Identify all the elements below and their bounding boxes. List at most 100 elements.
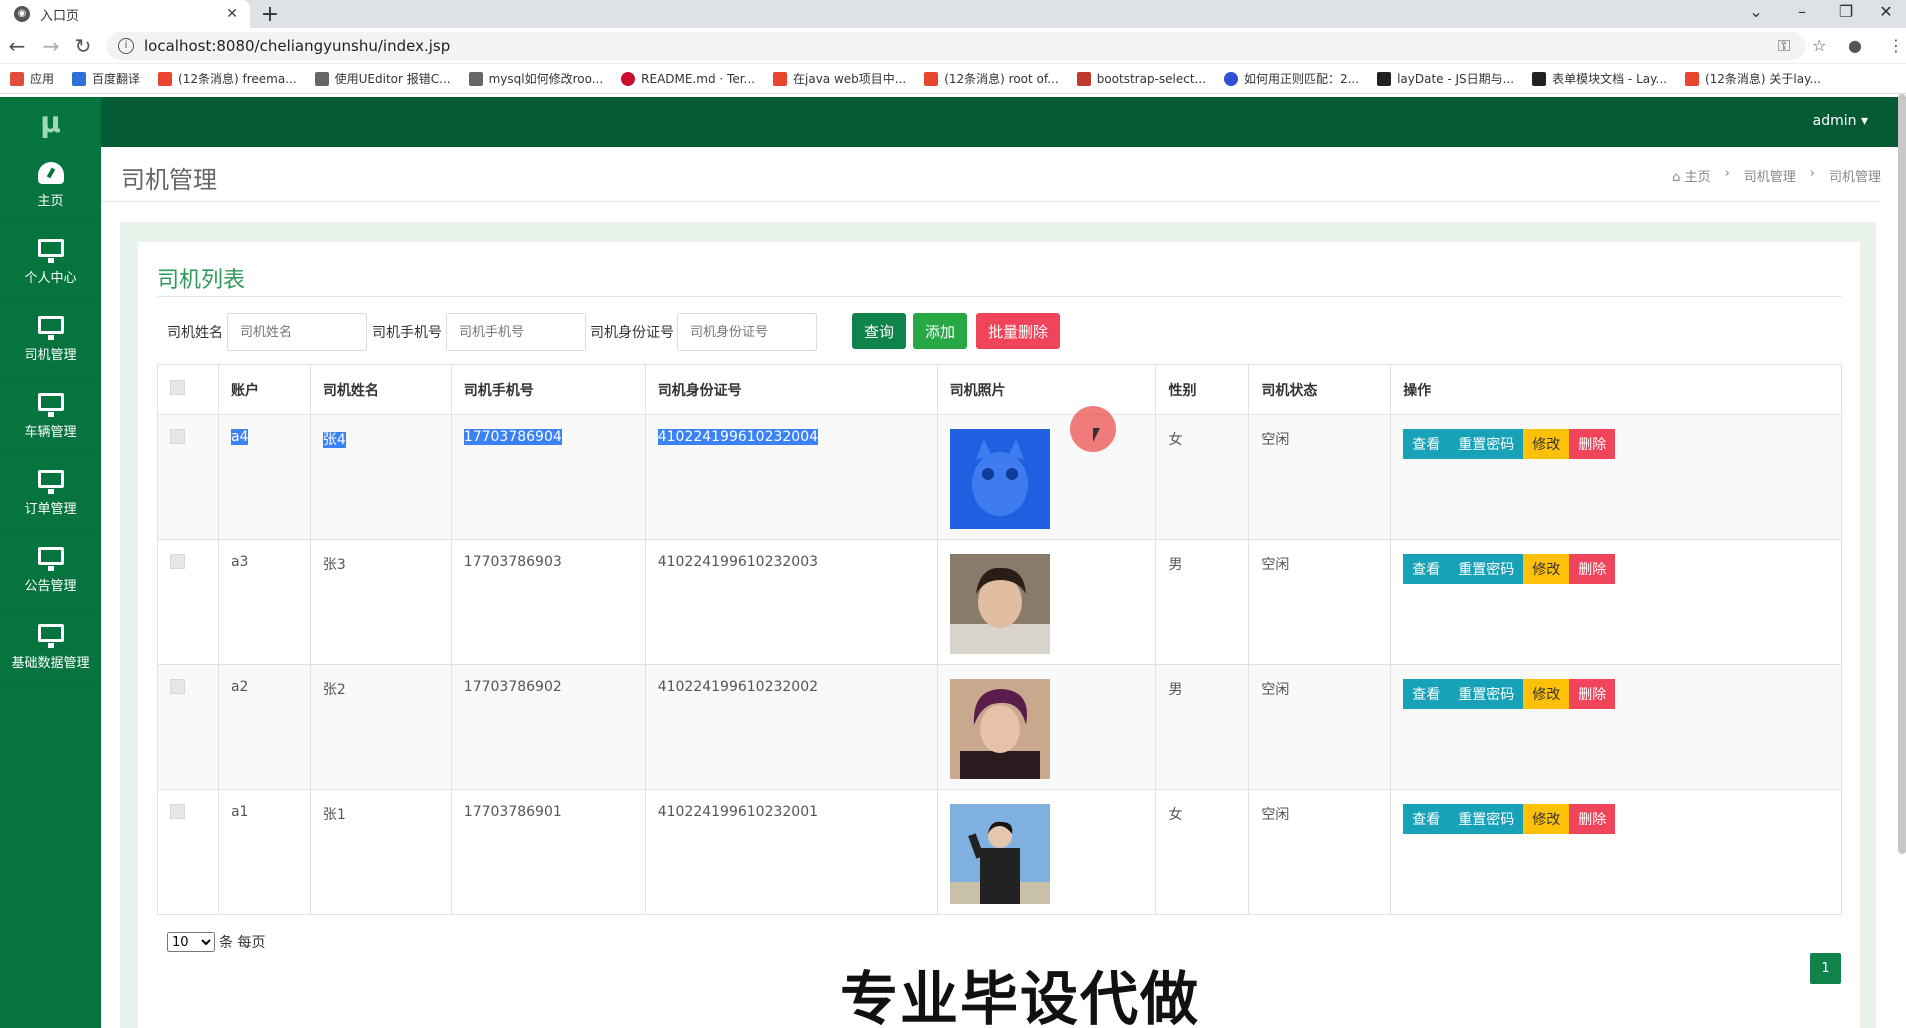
- profile-menu-icon[interactable]: ⌄: [1736, 2, 1776, 21]
- page-size-select[interactable]: 10: [167, 932, 215, 952]
- info-icon[interactable]: i: [118, 38, 134, 54]
- bookmark-item[interactable]: mysql如何修改roo...: [468, 70, 603, 87]
- bookmark-item[interactable]: 在java web项目中...: [773, 70, 906, 87]
- reset-password-button[interactable]: 重置密码: [1449, 804, 1524, 834]
- delete-button[interactable]: 删除: [1569, 429, 1616, 459]
- bookmark-item[interactable]: (12条消息) root of...: [924, 70, 1059, 87]
- sidebar-item-profile[interactable]: 个人中心: [0, 224, 101, 301]
- driver-photo: [949, 679, 1050, 779]
- name-cell: 张4: [322, 432, 346, 448]
- gender-cell: 男: [1155, 664, 1250, 790]
- reset-password-button[interactable]: 重置密码: [1449, 429, 1524, 459]
- gender-cell: 女: [1155, 414, 1250, 540]
- restore-button[interactable]: ❐: [1826, 2, 1866, 21]
- breadcrumb: ⌂ 主页 › 司机管理 › 司机管理: [1672, 166, 1881, 185]
- bookmark-item[interactable]: 如何用正则匹配：2...: [1223, 70, 1359, 87]
- account-icon[interactable]: ●: [1848, 36, 1862, 55]
- browser-menu-icon[interactable]: ⋮: [1888, 36, 1904, 55]
- sidebar: μ 主页 个人中心 司机管理 车辆管理 订单管理 公告管理 基础数据管理: [0, 97, 101, 1028]
- column-header: 司机照片: [936, 364, 1157, 415]
- back-button[interactable]: ←: [4, 34, 30, 58]
- apps-icon: [10, 71, 24, 86]
- monitor-icon: [37, 623, 64, 648]
- edit-button[interactable]: 修改: [1523, 804, 1570, 834]
- edit-button[interactable]: 修改: [1523, 429, 1570, 459]
- bookmark-item[interactable]: 表单模块文档 - Lay...: [1532, 70, 1667, 87]
- minimize-button[interactable]: –: [1782, 2, 1822, 21]
- translate-icon: [72, 71, 87, 86]
- batch-delete-button[interactable]: 批量删除: [976, 313, 1061, 349]
- bookmark-item[interactable]: 使用UEditor 报错C...: [314, 70, 451, 87]
- close-tab-icon[interactable]: ✕: [226, 6, 238, 22]
- row-checkbox[interactable]: [170, 679, 185, 694]
- table-row: a4 张4 17703786904 410224199610232004 女 空…: [157, 414, 1842, 540]
- runoob-icon: [1076, 71, 1091, 86]
- bookmark-item[interactable]: (12条消息) 关于lay...: [1684, 70, 1821, 87]
- new-tab-button[interactable]: +: [256, 2, 284, 27]
- view-button[interactable]: 查看: [1403, 804, 1450, 834]
- edit-button[interactable]: 修改: [1523, 679, 1570, 709]
- status-cell: 空闲: [1248, 664, 1392, 790]
- query-button[interactable]: 查询: [852, 313, 907, 349]
- sidebar-item-drivers[interactable]: 司机管理: [0, 301, 101, 378]
- row-checkbox[interactable]: [170, 429, 185, 444]
- url-field[interactable]: i localhost:8080/cheliangyunshu/index.js…: [106, 32, 1806, 60]
- breadcrumb-home[interactable]: ⌂ 主页: [1672, 166, 1710, 185]
- view-button[interactable]: 查看: [1403, 554, 1450, 584]
- bookmark-item[interactable]: (12条消息) freema...: [158, 70, 297, 87]
- bookmark-item[interactable]: 应用: [10, 70, 54, 87]
- column-header: 操作: [1390, 364, 1842, 415]
- csdn-icon: [158, 71, 173, 86]
- gender-cell: 女: [1155, 789, 1250, 915]
- delete-button[interactable]: 删除: [1569, 679, 1616, 709]
- breadcrumb-separator: ›: [1724, 166, 1730, 181]
- reset-password-button[interactable]: 重置密码: [1449, 679, 1524, 709]
- app-logo[interactable]: μ: [0, 97, 101, 147]
- monitor-icon: [37, 238, 64, 263]
- sidebar-item-vehicles[interactable]: 车辆管理: [0, 378, 101, 455]
- column-header: 司机身份证号: [644, 364, 938, 415]
- reset-password-button[interactable]: 重置密码: [1449, 554, 1524, 584]
- add-button[interactable]: 添加: [913, 313, 968, 349]
- driver-phone-input[interactable]: [446, 313, 586, 351]
- close-window-button[interactable]: ✕: [1866, 2, 1906, 21]
- forward-button[interactable]: →: [38, 34, 64, 58]
- bookmark-item[interactable]: 百度翻译: [72, 70, 140, 87]
- bookmark-item[interactable]: README.md · Ter...: [621, 71, 755, 86]
- bookmark-star-icon[interactable]: ☆: [1812, 36, 1826, 55]
- page-scrollbar[interactable]: [1898, 94, 1906, 854]
- account-cell: a3: [217, 539, 311, 665]
- edit-button[interactable]: 修改: [1523, 554, 1570, 584]
- sidebar-item-home[interactable]: 主页: [0, 147, 101, 224]
- column-header: 司机手机号: [450, 364, 646, 415]
- delete-button[interactable]: 删除: [1569, 804, 1616, 834]
- sidebar-item-orders[interactable]: 订单管理: [0, 455, 101, 532]
- user-menu[interactable]: admin ▾: [1813, 113, 1868, 129]
- sidebar-item-notices[interactable]: 公告管理: [0, 532, 101, 609]
- driver-name-input[interactable]: [227, 313, 367, 351]
- phone-cell: 17703786902: [450, 664, 646, 790]
- browser-tab[interactable]: ◉ 入口页 ✕: [0, 0, 250, 28]
- row-checkbox[interactable]: [170, 554, 185, 569]
- reload-button[interactable]: ↻: [70, 34, 96, 58]
- account-cell: a2: [217, 664, 311, 790]
- breadcrumb-current: 司机管理: [1828, 170, 1881, 185]
- sidebar-item-basic-data[interactable]: 基础数据管理: [0, 609, 101, 686]
- driver-idcard-input[interactable]: [677, 313, 817, 351]
- filter-label-name: 司机姓名: [167, 325, 223, 341]
- bookmark-item[interactable]: bootstrap-select...: [1076, 71, 1206, 86]
- bookmark-item[interactable]: layDate - JS日期与...: [1377, 70, 1514, 87]
- row-checkbox[interactable]: [170, 804, 185, 819]
- monitor-icon: [37, 315, 64, 340]
- row-actions: 查看 重置密码 修改 删除: [1403, 429, 1829, 459]
- row-actions: 查看 重置密码 修改 删除: [1403, 554, 1829, 584]
- csdn-icon: [1684, 71, 1699, 86]
- key-icon[interactable]: ⚿: [1778, 36, 1790, 56]
- select-all-checkbox[interactable]: [170, 380, 185, 395]
- delete-button[interactable]: 删除: [1569, 554, 1616, 584]
- breadcrumb-item[interactable]: 司机管理: [1744, 166, 1796, 185]
- view-button[interactable]: 查看: [1403, 429, 1450, 459]
- view-button[interactable]: 查看: [1403, 679, 1450, 709]
- pagination-current-page[interactable]: 1: [1810, 953, 1841, 984]
- driver-photo: [949, 429, 1050, 529]
